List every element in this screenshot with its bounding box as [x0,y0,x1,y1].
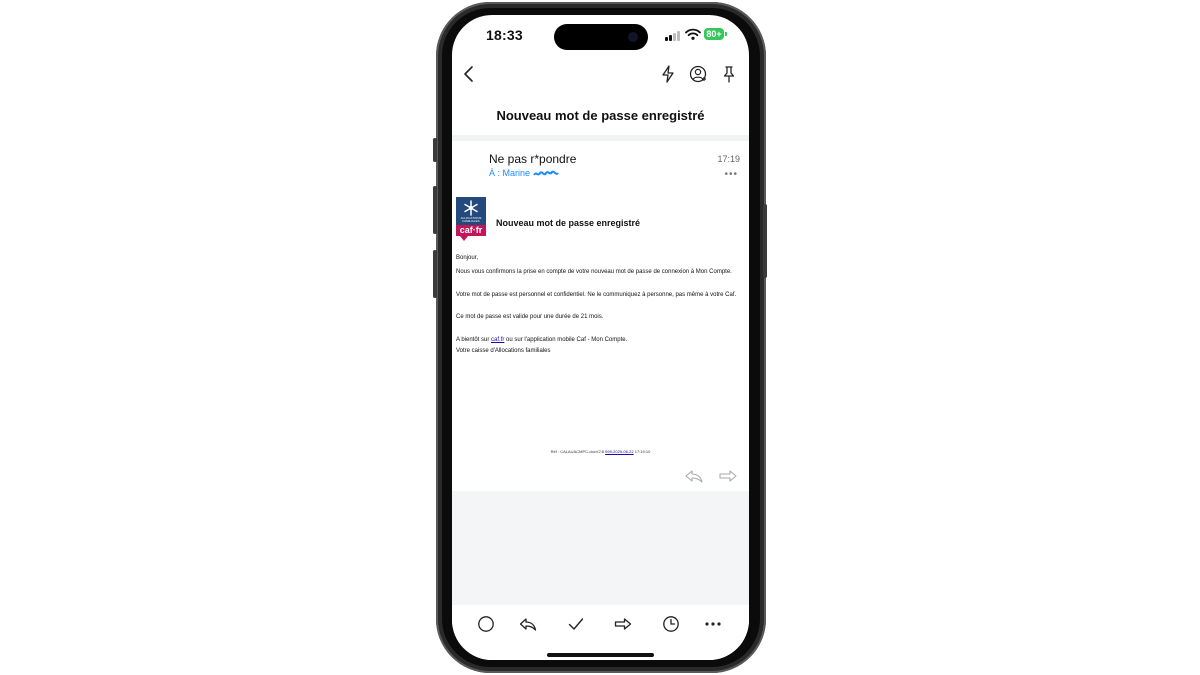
volume-up-button [433,186,437,234]
logo-brand: caf·fr [456,225,486,236]
phone-screen: 18:33 80+ Nouveau mot de passe enregistr… [452,15,749,660]
dynamic-island [554,24,648,50]
bottom-toolbar [452,605,749,660]
body-paragraph-1: Nous vous confirmons la prise en compte … [456,269,732,275]
empty-thread-area [452,491,749,605]
clock-icon[interactable] [662,615,680,633]
body-greeting: Bonjour, [456,255,479,261]
camera-icon [628,32,638,42]
sender-name[interactable]: Ne pas r*pondre [489,152,576,166]
redacted-scribble-icon [532,170,559,176]
volume-down-button [433,250,437,298]
inline-reply-icon[interactable] [685,469,703,483]
p4-after: ou sur l'application mobile Caf - Mon Co… [504,337,628,343]
logo-speech-tail [460,236,468,241]
caf-link[interactable]: caf.fr [491,337,504,343]
recipient-line[interactable]: À : Marine [489,168,559,178]
body-paragraph-4: A bientôt sur caf.fr ou sur l'applicatio… [456,337,748,344]
caf-logo: ALLOCATIONS FAMILIALES caf·fr [456,197,486,241]
back-chevron-icon[interactable] [462,65,476,83]
pin-icon[interactable] [720,65,738,83]
body-signature: Votre caisse d'Allocations familiales [456,348,551,354]
power-button [763,204,767,278]
inline-forward-icon[interactable] [719,469,737,483]
battery-indicator: 80+ [704,28,727,40]
message-more-icon[interactable]: ••• [724,169,738,180]
snowflake-icon [464,200,478,216]
reply-icon[interactable] [519,615,537,633]
more-icon[interactable] [704,615,722,633]
forward-icon[interactable] [614,615,632,633]
checkmark-icon[interactable] [567,615,585,633]
email-subject: Nouveau mot de passe enregistré [496,108,705,123]
divider [452,135,749,141]
home-indicator[interactable] [547,653,654,657]
message-time: 17:19 [717,154,740,164]
cellular-signal-icon [665,30,681,41]
body-title: Nouveau mot de passe enregistré [496,218,641,228]
logo-top-block: ALLOCATIONS FAMILIALES [456,197,486,225]
recipient-label: À : Marine [489,168,531,178]
wifi-icon [685,28,701,40]
lightning-icon[interactable] [659,65,677,83]
logo-tagline: ALLOCATIONS FAMILIALES [460,216,482,223]
body-paragraph-3: Ce mot de passe est valide pour une duré… [456,314,604,320]
ref-prefix: Réf : CALAUACMPC-docV2.8 [550,449,605,454]
ref-link[interactable]: 999-2025-06-22 [605,449,633,454]
add-contact-icon[interactable] [689,65,707,83]
ref-time: 17:19:10 [634,449,651,454]
body-paragraph-2: Votre mot de passe est personnel et conf… [456,292,737,298]
p4-before: A bientôt sur [456,337,492,343]
reference-line: Réf : CALAUACMPC-docV2.8 999-2025-06-22 … [452,449,749,454]
circle-icon[interactable] [477,615,495,633]
status-time: 18:33 [486,27,523,43]
action-button [433,138,437,162]
